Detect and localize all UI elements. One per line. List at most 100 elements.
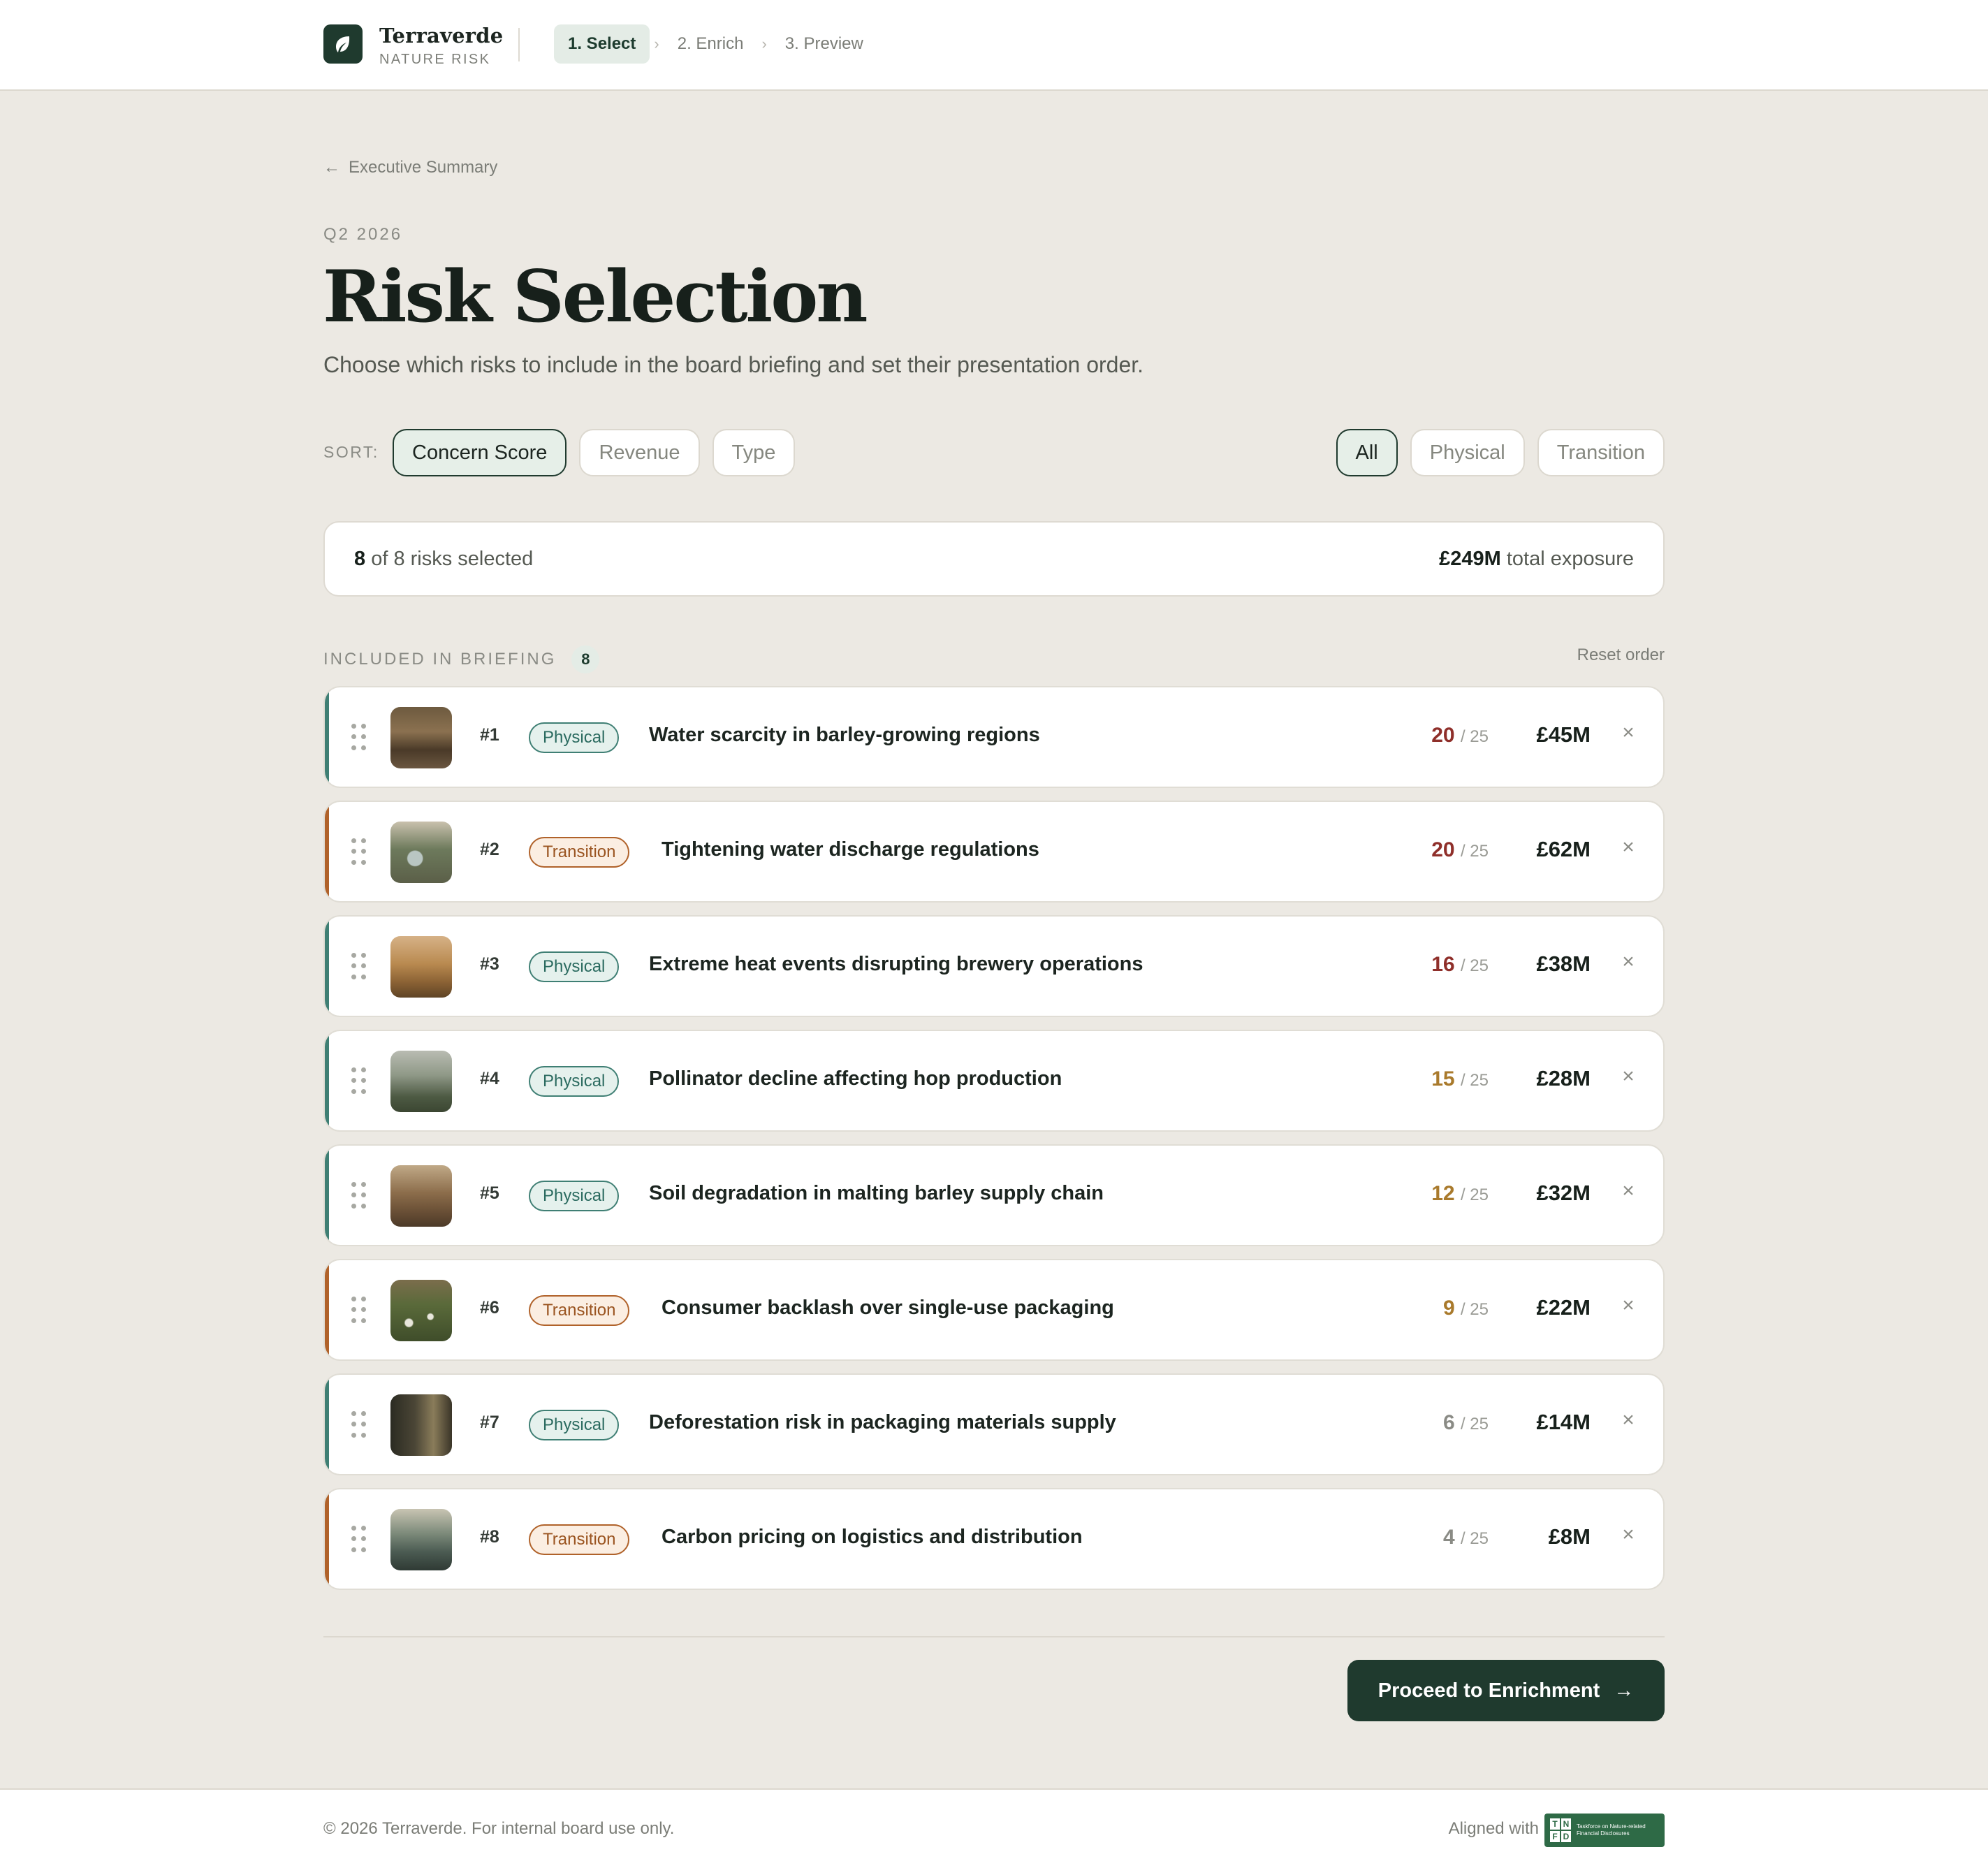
risk-type-tag: Transition [529,1524,630,1555]
filter-transition[interactable]: Transition [1537,429,1665,476]
concern-score-value: 16 [1431,953,1455,976]
concern-score-max: / 25 [1460,1415,1489,1433]
close-icon[interactable]: × [1618,950,1638,974]
risk-rank: #8 [480,1527,499,1547]
drag-handle-icon[interactable] [351,724,367,752]
back-link-label: Executive Summary [349,158,498,177]
sort-options: Concern Score Revenue Type [393,429,796,476]
brand-subtitle: NATURE RISK [379,52,491,67]
concern-score-max: / 25 [1460,1529,1489,1548]
concern-score-value: 20 [1431,838,1455,861]
proceed-button-label: Proceed to Enrichment [1377,1679,1600,1702]
total-exposure-text: total exposure [1506,547,1634,570]
drag-handle-icon[interactable] [351,1182,367,1210]
concern-score-value: 6 [1442,1411,1455,1434]
tnfd-logo: T N F D Taskforce on Nature-related Fina… [1544,1814,1665,1847]
concern-score: 4 / 25 [1443,1526,1489,1549]
back-link[interactable]: ← Executive Summary [323,158,497,177]
risk-rank: #6 [480,1298,499,1318]
tnfd-letter: T [1550,1818,1560,1830]
tnfd-text: Taskforce on Nature-related Financial Di… [1577,1823,1646,1837]
total-exposure: £249M total exposure [1439,548,1634,571]
concern-score-max: / 25 [1460,727,1489,746]
tnfd-letter: N [1561,1818,1571,1830]
risk-thumbnail [390,822,452,883]
risk-title: Extreme heat events disrupting brewery o… [649,953,1143,975]
risk-rank: #2 [480,840,499,859]
leaf-icon [336,36,350,52]
concern-score-max: / 25 [1460,1185,1489,1204]
step-preview[interactable]: 3. Preview [771,24,877,64]
drag-handle-icon[interactable] [351,1526,367,1554]
risk-thumbnail [390,936,452,998]
risk-exposure: £22M [1536,1295,1591,1320]
brand-logo[interactable] [323,24,363,64]
count-badge: 8 [571,645,600,673]
risk-title: Soil degradation in malting barley suppl… [649,1182,1104,1204]
copyright: © 2026 Terraverde. For internal board us… [323,1819,675,1838]
close-icon[interactable]: × [1618,721,1638,745]
risk-row[interactable]: #3 Physical Extreme heat events disrupti… [323,915,1665,1017]
concern-score: 6 / 25 [1443,1411,1489,1435]
risk-thumbnail [390,1051,452,1112]
close-icon[interactable]: × [1618,1179,1638,1203]
risk-row[interactable]: #1 Physical Water scarcity in barley-gro… [323,686,1665,788]
risk-type-tag: Transition [529,1295,630,1326]
risk-exposure: £38M [1536,951,1591,976]
risk-exposure: £32M [1536,1181,1591,1205]
risk-title: Consumer backlash over single-use packag… [662,1297,1114,1319]
risk-row[interactable]: #5 Physical Soil degradation in malting … [323,1144,1665,1246]
concern-score-max: / 25 [1460,956,1489,975]
close-icon[interactable]: × [1618,1294,1638,1318]
close-icon[interactable]: × [1618,1065,1638,1088]
concern-score: 20 / 25 [1431,724,1489,747]
reset-order-button[interactable]: Reset order [1577,645,1665,665]
drag-handle-icon[interactable] [351,953,367,981]
risk-thumbnail [390,707,452,768]
risk-thumbnail [390,1165,452,1227]
risk-row[interactable]: #4 Physical Pollinator decline affecting… [323,1030,1665,1132]
sort-type[interactable]: Type [712,429,796,476]
risk-thumbnail [390,1509,452,1570]
drag-handle-icon[interactable] [351,1067,367,1095]
selected-count-text: of 8 risks selected [371,547,534,570]
drag-handle-icon[interactable] [351,1411,367,1439]
close-icon[interactable]: × [1618,1408,1638,1432]
proceed-button[interactable]: Proceed to Enrichment → [1347,1660,1665,1721]
filter-all[interactable]: All [1336,429,1398,476]
filter-physical[interactable]: Physical [1410,429,1525,476]
arrow-left-icon: ← [323,158,340,177]
risk-rank: #5 [480,1183,499,1203]
risk-row[interactable]: #8 Transition Carbon pricing on logistic… [323,1488,1665,1590]
risk-thumbnail [390,1394,452,1456]
step-enrich[interactable]: 2. Enrich [664,24,758,64]
risk-type-tag: Physical [529,1410,620,1440]
risk-type-tag: Physical [529,1066,620,1097]
chevron-right-icon: › [761,35,767,52]
risk-row[interactable]: #2 Transition Tightening water discharge… [323,801,1665,903]
risk-exposure: £45M [1536,722,1591,747]
drag-handle-icon[interactable] [351,1297,367,1325]
risk-row[interactable]: #7 Physical Deforestation risk in packag… [323,1373,1665,1475]
concern-score: 20 / 25 [1431,838,1489,862]
step-select[interactable]: 1. Select [554,24,650,64]
concern-score-value: 12 [1431,1182,1455,1205]
risk-rank: #4 [480,1069,499,1088]
sort-revenue[interactable]: Revenue [579,429,700,476]
selection-summary: 8 of 8 risks selected £249M total exposu… [323,521,1665,597]
risk-title: Carbon pricing on logistics and distribu… [662,1526,1083,1548]
sort-concern-score[interactable]: Concern Score [393,429,567,476]
drag-handle-icon[interactable] [351,838,367,866]
concern-score-value: 20 [1431,724,1455,747]
header-divider [518,28,520,61]
concern-score-value: 4 [1442,1526,1455,1549]
section-heading-label: INCLUDED IN BRIEFING [323,650,557,669]
risk-row[interactable]: #6 Transition Consumer backlash over sin… [323,1259,1665,1361]
risk-exposure: £62M [1536,837,1591,861]
page-title: Risk Selection [323,255,868,339]
risk-exposure: £8M [1548,1524,1591,1549]
risk-type-tag: Transition [529,837,630,868]
close-icon[interactable]: × [1618,836,1638,859]
close-icon[interactable]: × [1618,1523,1638,1547]
tnfd-letter: D [1561,1831,1571,1842]
